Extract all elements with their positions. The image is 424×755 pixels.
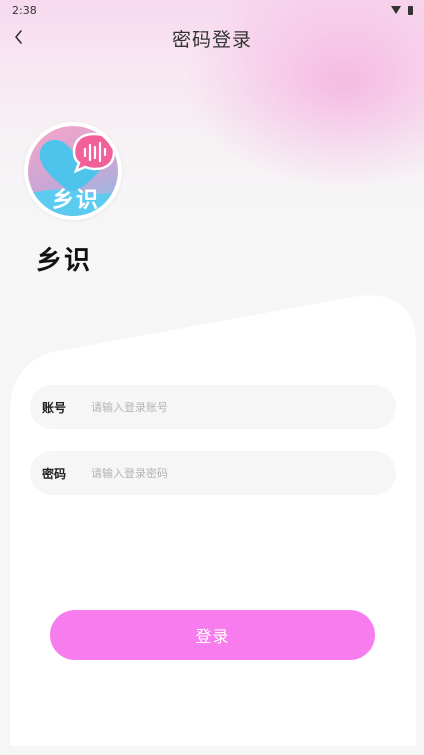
account-label: 账号 [42, 400, 67, 415]
account-field[interactable]: 账号 [30, 385, 396, 429]
password-label: 密码 [42, 466, 67, 481]
password-input[interactable] [91, 466, 371, 480]
password-field[interactable]: 密码 [30, 451, 396, 495]
login-button[interactable]: 登录 [50, 610, 375, 660]
account-input[interactable] [91, 400, 371, 414]
